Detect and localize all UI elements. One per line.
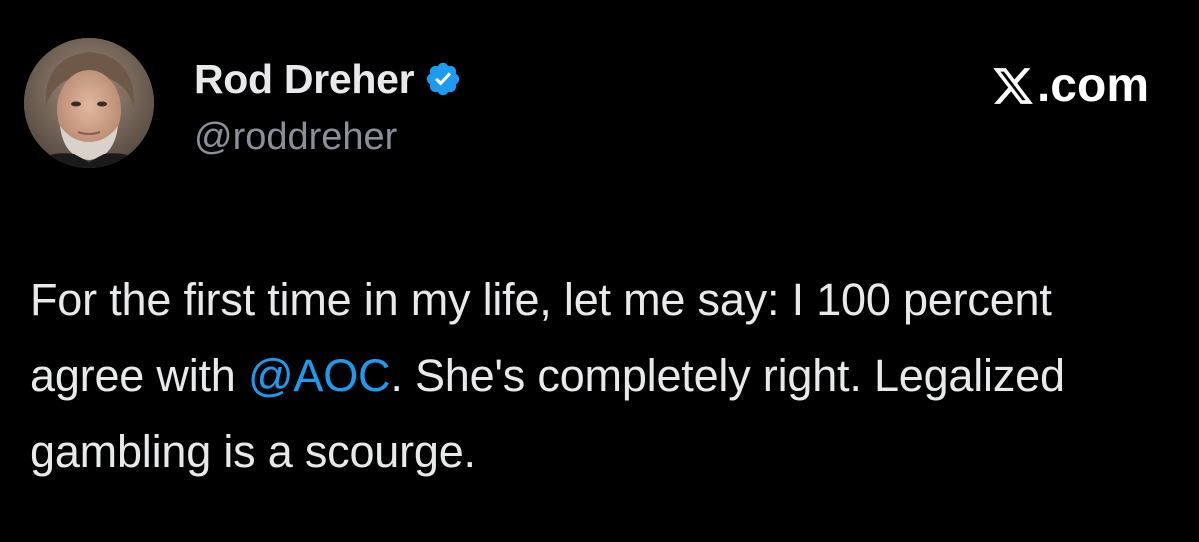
- profile-photo: [24, 38, 154, 168]
- author-handle[interactable]: @roddreher: [194, 116, 462, 159]
- author-display-name[interactable]: Rod Dreher: [194, 56, 415, 103]
- name-row: Rod Dreher: [194, 54, 462, 104]
- x-logo-icon: [991, 64, 1035, 108]
- site-label[interactable]: .com: [991, 58, 1149, 113]
- tweet-text: For the first time in my life, let me sa…: [30, 262, 1160, 490]
- verified-badge-icon[interactable]: [424, 60, 462, 98]
- avatar[interactable]: [24, 38, 154, 168]
- site-domain: .com: [1036, 59, 1149, 112]
- tweet-card: Rod Dreher @roddreher .com For the first…: [0, 0, 1199, 542]
- author-info: Rod Dreher @roddreher: [194, 54, 462, 159]
- mention-link[interactable]: @AOC: [248, 350, 391, 401]
